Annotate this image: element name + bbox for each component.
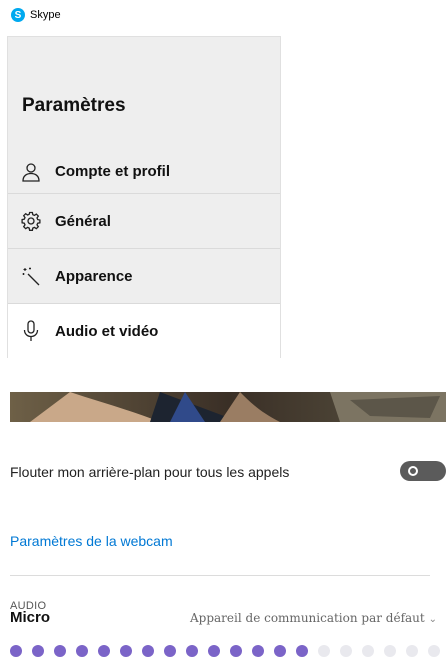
menu-item-audio-video[interactable]: Audio et vidéo	[8, 303, 280, 358]
microphone-device-value: Appareil de communication par défaut	[190, 611, 425, 625]
microphone-level-meter	[10, 645, 446, 661]
gear-icon	[20, 210, 42, 232]
level-dot	[384, 645, 396, 657]
level-dot	[208, 645, 220, 657]
settings-heading: Paramètres	[22, 95, 126, 116]
level-dot	[406, 645, 418, 657]
level-dot	[362, 645, 374, 657]
microphone-label: Micro	[10, 609, 51, 626]
level-dot	[274, 645, 286, 657]
level-dot	[120, 645, 132, 657]
app-title: Skype	[30, 9, 61, 21]
blur-background-row: Flouter mon arrière-plan pour tous les a…	[10, 459, 446, 485]
microphone-device-select[interactable]: Appareil de communication par défaut ⌄	[190, 611, 437, 625]
settings-panel: Paramètres Compte et profil Général Appa…	[7, 36, 281, 358]
microphone-icon	[20, 320, 42, 342]
level-dot	[10, 645, 22, 657]
blur-background-label: Flouter mon arrière-plan pour tous les a…	[10, 464, 290, 480]
menu-item-general[interactable]: Général	[8, 193, 280, 248]
level-dot	[142, 645, 154, 657]
level-dot	[164, 645, 176, 657]
webcam-settings-link[interactable]: Paramètres de la webcam	[10, 533, 173, 549]
webcam-preview	[10, 392, 446, 422]
menu-item-label: Apparence	[55, 267, 133, 285]
level-dot	[296, 645, 308, 657]
level-dot	[76, 645, 88, 657]
menu-item-label: Audio et vidéo	[55, 322, 159, 340]
magic-wand-icon	[20, 265, 42, 287]
menu-item-label: Compte et profil	[55, 163, 170, 180]
person-icon	[20, 161, 42, 183]
menu-item-label: Général	[55, 212, 111, 230]
level-dot	[252, 645, 264, 657]
level-dot	[230, 645, 242, 657]
level-dot	[32, 645, 44, 657]
level-dot	[54, 645, 66, 657]
level-dot	[428, 645, 440, 657]
toggle-knob	[408, 466, 418, 476]
menu-item-appearance[interactable]: Apparence	[8, 248, 280, 303]
section-divider	[10, 575, 430, 576]
chevron-down-icon: ⌄	[428, 614, 437, 625]
level-dot	[98, 645, 110, 657]
level-dot	[186, 645, 198, 657]
level-dot	[340, 645, 352, 657]
level-dot	[318, 645, 330, 657]
title-bar: S Skype	[0, 0, 446, 30]
skype-logo: S	[11, 8, 25, 22]
blur-background-toggle[interactable]	[400, 461, 446, 481]
menu-item-account-profile[interactable]: Compte et profil	[8, 144, 280, 199]
